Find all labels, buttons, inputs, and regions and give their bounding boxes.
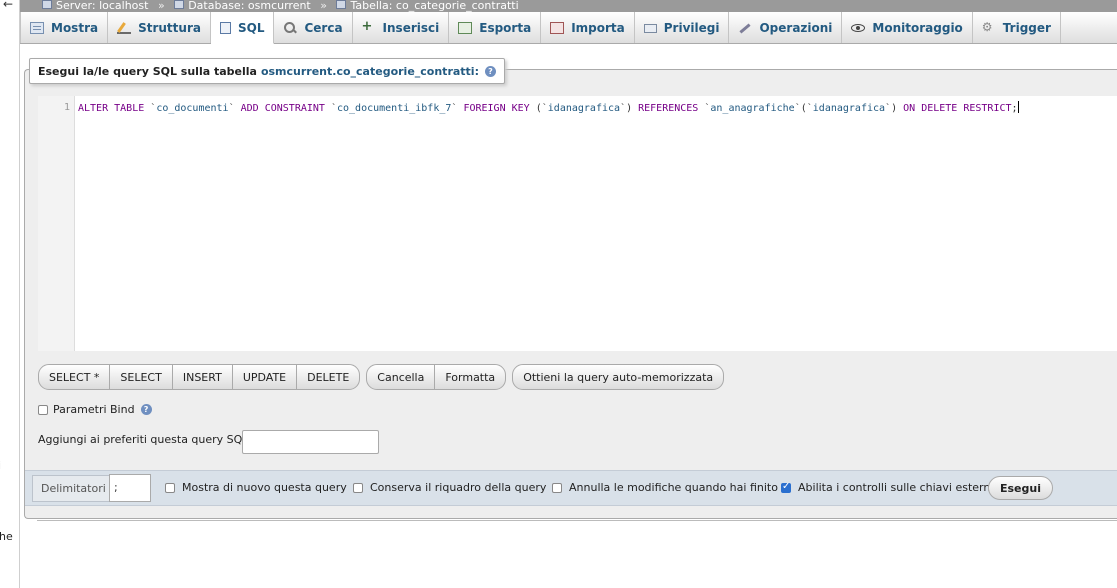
tab-cerca[interactable]: Cerca (274, 12, 353, 43)
wrench-icon (738, 22, 752, 34)
sql-code[interactable]: ALTER TABLE `co_documenti` ADD CONSTRAIN… (78, 101, 1019, 115)
delimiter-input[interactable]: ; (109, 474, 151, 502)
retain-query-box-option[interactable]: Conserva il riquadro della query (353, 481, 546, 494)
gear-icon (982, 20, 996, 34)
tab-label: Cerca (304, 20, 343, 35)
line-number-gutter: 1 (38, 96, 75, 351)
insert-icon (362, 19, 376, 34)
tab-operazioni[interactable]: Operazioni (729, 12, 843, 43)
delimiter-label: Delimitatori (32, 475, 114, 502)
breadcrumb-separator: » (320, 0, 327, 12)
help-icon[interactable]: ? (140, 404, 152, 415)
pencil-icon (117, 22, 132, 34)
magnifier-icon (283, 21, 297, 34)
bookmark-label: Aggiungi ai preferiti questa query SQL: (38, 433, 253, 446)
tab-sql[interactable]: SQL (210, 12, 275, 44)
export-icon (458, 21, 473, 34)
tab-label: Esporta (479, 20, 532, 35)
import-icon (550, 21, 565, 34)
tab-label: Mostra (51, 20, 99, 35)
clear-button[interactable]: Cancella (367, 365, 436, 389)
bind-parameters-label[interactable]: Parametri Bind (53, 403, 135, 416)
edit-actions-group: Cancella Formatta (366, 364, 507, 390)
query-template-group: SELECT * SELECT INSERT UPDATE DELETE (38, 364, 361, 390)
tab-label: Trigger (1002, 20, 1051, 35)
left-navigation-strip: ← i che (0, 0, 20, 588)
document-icon (219, 21, 231, 34)
breadcrumb-database[interactable]: Database: osmcurrent (188, 0, 311, 12)
select-button[interactable]: SELECT (110, 365, 173, 389)
retain-query-box-checkbox[interactable] (353, 482, 363, 493)
legend-text: Esegui la/le query SQL sulla tabella (38, 64, 257, 78)
nav-fragment: che (0, 530, 13, 543)
bind-parameters-option: Parametri Bind ? (38, 403, 152, 416)
tab-struttura[interactable]: Struttura (108, 12, 211, 43)
back-arrow-icon[interactable]: ← (3, 0, 13, 11)
breadcrumb: Server: localhost » Database: osmcurrent… (20, 0, 1117, 12)
breadcrumb-table[interactable]: Tabella: co_categorie_contratti (350, 0, 518, 12)
show-query-again-option[interactable]: Mostra di nuovo questa query (165, 481, 347, 494)
panel-legend: Esegui la/le query SQL sulla tabella osm… (29, 58, 505, 84)
tab-label: Monitoraggio (872, 20, 963, 35)
legend-table-link[interactable]: osmcurrent.co_categorie_contratti: (261, 65, 479, 78)
insert-button[interactable]: INSERT (173, 365, 233, 389)
line-number: 1 (63, 102, 70, 113)
update-button[interactable]: UPDATE (233, 365, 298, 389)
tab-mostra[interactable]: Mostra (20, 12, 109, 43)
tab-inserisci[interactable]: Inserisci (353, 12, 450, 43)
tab-label: Privilegi (663, 20, 720, 35)
tab-importa[interactable]: Importa (541, 12, 635, 43)
tab-esporta[interactable]: Esporta (449, 12, 542, 43)
nav-fragment: i (0, 459, 1, 472)
query-button-row: SELECT * SELECT INSERT UPDATE DELETE Can… (38, 364, 725, 390)
get-autosaved-query-button[interactable]: Ottieni la query auto-memorizzata (513, 365, 723, 389)
tab-label: Struttura (138, 20, 201, 35)
foreign-key-checks-checkbox[interactable] (781, 481, 791, 493)
rollback-label[interactable]: Annulla le modifiche quando hai finito (569, 481, 778, 494)
tab-label: Importa (571, 20, 625, 35)
eye-icon (851, 24, 866, 32)
server-icon (42, 0, 52, 9)
rollback-checkbox[interactable] (552, 482, 562, 493)
query-footer: Delimitatori ; Mostra di nuovo questa qu… (25, 470, 1117, 506)
privileges-icon (643, 24, 657, 33)
tab-label: Operazioni (759, 20, 833, 35)
show-query-again-label[interactable]: Mostra di nuovo questa query (182, 481, 347, 494)
autosave-group: Ottieni la query auto-memorizzata (512, 364, 725, 390)
bind-parameters-checkbox[interactable] (38, 404, 48, 415)
breadcrumb-server[interactable]: Server: localhost (56, 0, 148, 12)
help-icon[interactable]: ? (484, 65, 496, 77)
rollback-option[interactable]: Annulla le modifiche quando hai finito (552, 481, 778, 494)
foreign-key-checks-label[interactable]: Abilita i controlli sulle chiavi esterne (798, 481, 997, 494)
database-icon (174, 0, 185, 9)
tab-trigger[interactable]: Trigger (973, 12, 1061, 43)
grid-icon (30, 21, 44, 34)
format-button[interactable]: Formatta (435, 365, 505, 389)
tab-label: Inserisci (382, 20, 440, 35)
execute-button[interactable]: Esegui (988, 476, 1053, 500)
delete-button[interactable]: DELETE (297, 365, 359, 389)
bookmark-input[interactable] (242, 430, 379, 454)
divider (37, 520, 1117, 521)
retain-query-box-label[interactable]: Conserva il riquadro della query (370, 481, 546, 494)
breadcrumb-separator: » (157, 0, 165, 12)
foreign-key-checks-option[interactable]: Abilita i controlli sulle chiavi esterne (781, 481, 997, 494)
tab-privilegi[interactable]: Privilegi (635, 12, 730, 43)
tab-label: SQL (237, 20, 265, 35)
tab-bar: Mostra Struttura SQL Cerca Inserisci Esp… (20, 12, 1117, 44)
show-query-again-checkbox[interactable] (165, 482, 175, 493)
text-caret (1017, 101, 1019, 113)
tab-monitoraggio[interactable]: Monitoraggio (842, 12, 973, 43)
table-icon (336, 0, 347, 9)
select-all-button[interactable]: SELECT * (39, 365, 111, 389)
sql-editor[interactable]: 1 ALTER TABLE `co_documenti` ADD CONSTRA… (38, 96, 1117, 351)
